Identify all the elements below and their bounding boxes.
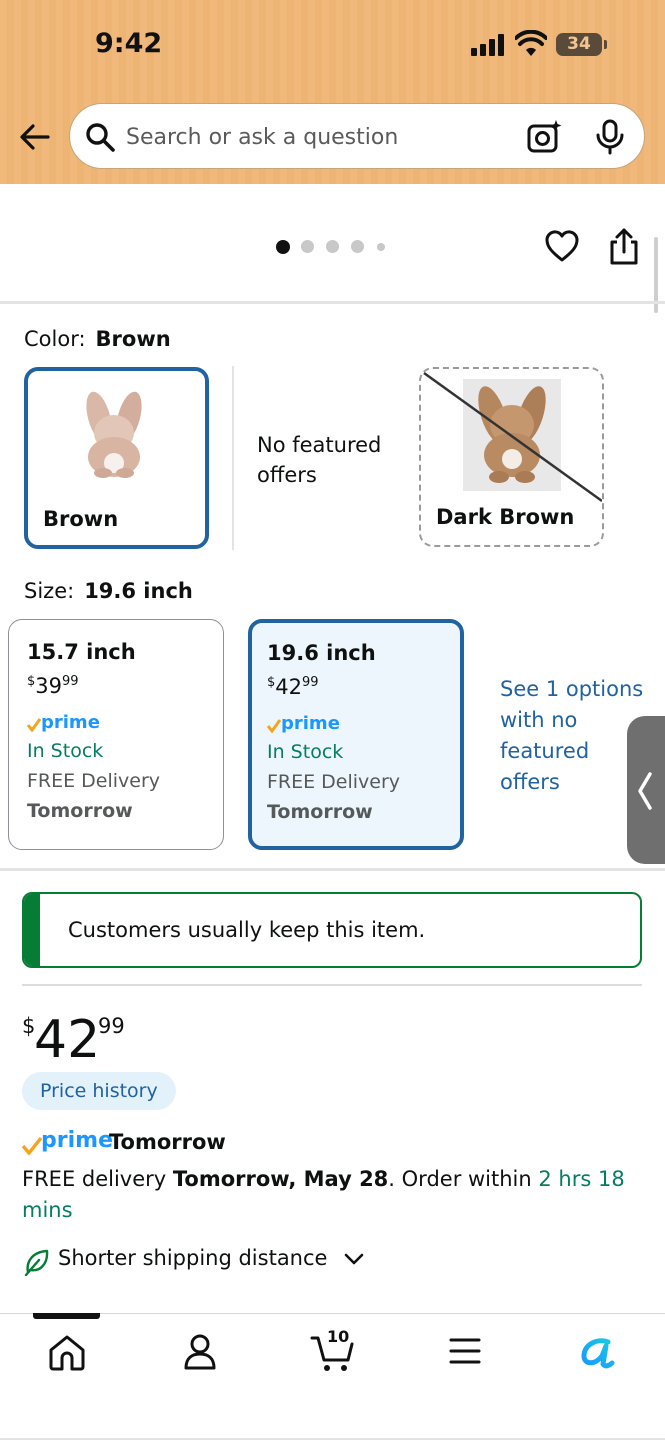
header: 9:42 34 xyxy=(0,0,665,184)
size-option-name: 19.6 inch xyxy=(267,641,376,665)
price-whole: 42 xyxy=(34,1010,101,1070)
prime-label: prime xyxy=(41,1128,113,1153)
wifi-icon xyxy=(515,30,547,56)
carousel-dot[interactable] xyxy=(301,240,314,253)
banner-text: Customers usually keep this item. xyxy=(68,918,426,942)
stock-status: In Stock xyxy=(27,740,104,762)
delivery-message: FREE delivery Tomorrow, May 28. Order wi… xyxy=(22,1167,625,1222)
carousel-dot[interactable] xyxy=(351,240,364,253)
color-selected-value: Brown xyxy=(95,327,171,351)
divider xyxy=(0,868,665,871)
search-input[interactable] xyxy=(126,118,516,156)
heart-icon[interactable] xyxy=(544,228,580,264)
leaf-icon xyxy=(24,1249,49,1276)
status-time: 9:42 xyxy=(95,28,163,59)
prime-check-icon xyxy=(22,1137,42,1155)
divider xyxy=(22,984,642,986)
delivery-day: Tomorrow xyxy=(267,801,373,823)
prime-when: Tomorrow xyxy=(109,1130,226,1154)
free-delivery-text: FREE Delivery xyxy=(27,770,161,792)
free-delivery-text: FREE Delivery xyxy=(267,771,401,793)
camera-search-icon[interactable] xyxy=(527,119,563,155)
prime-logo: prime xyxy=(27,712,223,736)
banner-accent-bar xyxy=(24,894,40,966)
cart-count: 10 xyxy=(327,1327,350,1346)
menu-icon[interactable] xyxy=(443,1330,487,1374)
stock-status: In Stock xyxy=(267,741,344,763)
back-arrow-icon[interactable] xyxy=(18,120,52,154)
home-icon[interactable] xyxy=(45,1330,89,1374)
cellular-signal-icon xyxy=(471,34,505,56)
delivery-date: Tomorrow, May 28 xyxy=(172,1167,389,1191)
carousel-dot[interactable] xyxy=(326,240,339,253)
account-icon[interactable] xyxy=(178,1330,222,1374)
price-fraction: 99 xyxy=(98,1014,125,1038)
size-option-15-7[interactable]: 15.7 inch $3999 prime In Stock FREE Deli… xyxy=(8,619,224,850)
prime-tomorrow-line: prime Tomorrow xyxy=(22,1128,322,1158)
size-selected-value: 19.6 inch xyxy=(84,579,193,603)
size-option-19-6[interactable]: 19.6 inch $4299 prime In Stock FREE Deli… xyxy=(248,619,464,850)
no-featured-offers-text: No featured offers xyxy=(257,433,382,487)
size-option-price: $3999 xyxy=(27,674,79,698)
color-label: Color: Brown xyxy=(24,327,171,351)
color-option-dark-brown[interactable]: Dark Brown xyxy=(419,367,604,547)
microphone-icon[interactable] xyxy=(595,119,625,155)
divider xyxy=(232,366,234,550)
price-history-button[interactable]: Price history xyxy=(22,1072,176,1110)
delivery-day: Tomorrow xyxy=(27,800,133,822)
search-bar[interactable] xyxy=(69,103,645,169)
size-option-name: 15.7 inch xyxy=(27,640,136,664)
chevron-down-icon xyxy=(344,1253,364,1265)
chevron-left-icon xyxy=(638,772,652,810)
side-panel-tab[interactable] xyxy=(627,716,665,864)
color-option-brown[interactable]: Brown xyxy=(24,367,209,549)
brown-bunny-image xyxy=(86,391,142,478)
shorter-shipping-label: Shorter shipping distance xyxy=(58,1246,328,1270)
color-option-name: Dark Brown xyxy=(436,505,575,529)
carousel-dot[interactable] xyxy=(377,243,385,251)
active-tab-indicator xyxy=(33,1313,100,1319)
prime-logo: prime xyxy=(267,713,460,737)
customers-keep-banner: Customers usually keep this item. xyxy=(22,892,642,968)
divider xyxy=(0,301,665,304)
carousel-dot-active[interactable] xyxy=(276,240,290,254)
share-icon[interactable] xyxy=(607,226,641,266)
size-option-price: $4299 xyxy=(267,675,319,699)
size-label: Size: 19.6 inch xyxy=(24,579,193,603)
rufus-assistant-icon[interactable] xyxy=(576,1330,620,1374)
battery-indicator: 34 xyxy=(556,33,607,56)
search-icon xyxy=(86,123,115,152)
color-option-name: Brown xyxy=(43,507,119,531)
